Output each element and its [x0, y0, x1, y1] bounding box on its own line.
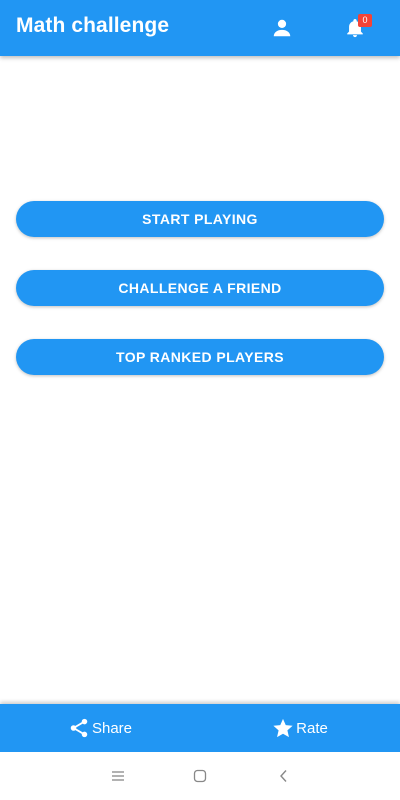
star-icon — [273, 718, 293, 738]
math-challenge-screen: Math challenge 0 START PLAYING CHALLENGE… — [0, 0, 400, 800]
share-button[interactable]: Share — [0, 704, 200, 752]
app-title: Math challenge — [16, 14, 170, 37]
home-button[interactable] — [188, 764, 212, 788]
notifications-button[interactable]: 0 — [339, 12, 372, 44]
notification-count-badge: 0 — [358, 14, 372, 27]
profile-button[interactable] — [266, 12, 298, 44]
recent-apps-button[interactable] — [106, 764, 130, 788]
home-square-icon — [193, 769, 207, 783]
rate-button[interactable]: Rate — [200, 704, 400, 752]
person-icon — [273, 19, 291, 37]
rate-label: Rate — [296, 719, 328, 737]
app-bar: Math challenge 0 — [0, 0, 400, 56]
share-label: Share — [91, 719, 133, 737]
top-ranked-players-button[interactable]: TOP RANKED PLAYERS — [16, 339, 384, 375]
share-icon — [70, 718, 88, 738]
bottom-action-bar: Share Rate — [0, 704, 400, 752]
back-chevron-icon — [280, 770, 287, 782]
back-button[interactable] — [272, 764, 296, 788]
system-navigation-bar — [0, 752, 400, 800]
challenge-friend-button[interactable]: CHALLENGE A FRIEND — [16, 270, 384, 306]
menu-lines-icon — [112, 771, 124, 781]
start-playing-button[interactable]: START PLAYING — [16, 201, 384, 237]
